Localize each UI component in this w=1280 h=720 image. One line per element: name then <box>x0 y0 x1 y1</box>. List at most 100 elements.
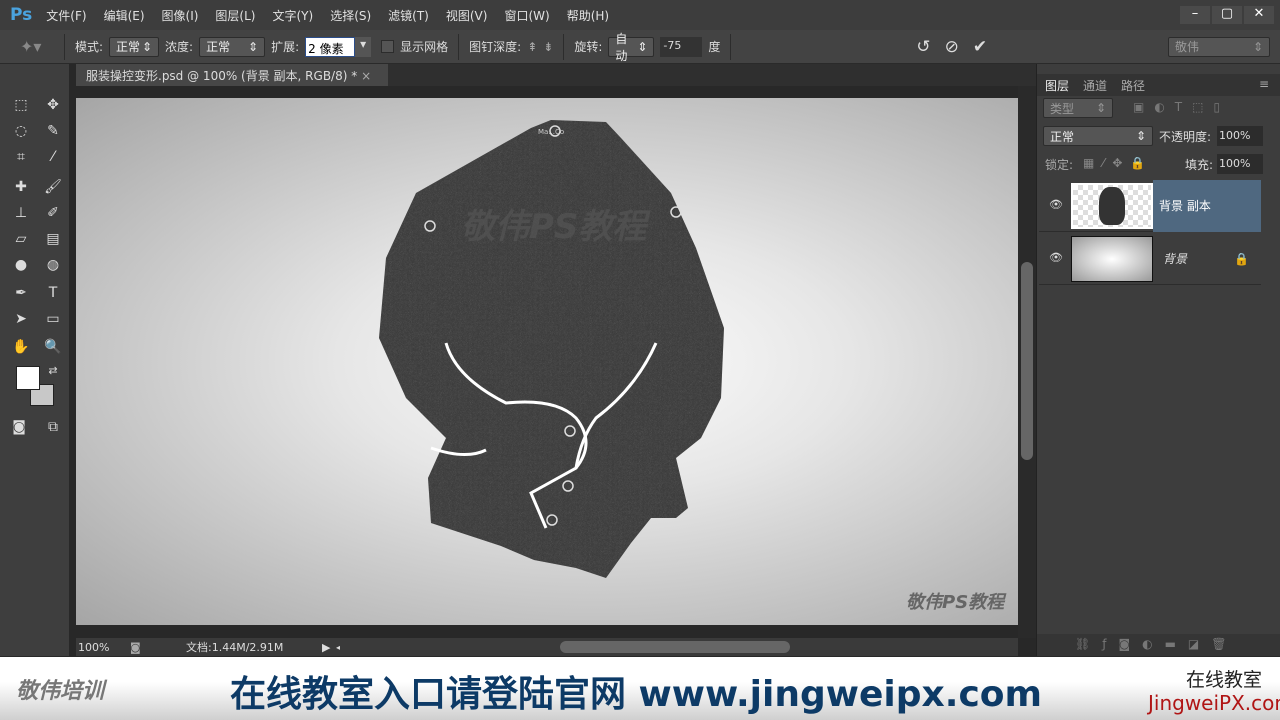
minimize-button[interactable]: – <box>1180 6 1210 24</box>
pin-depth-label: 图钉深度: <box>469 40 522 54</box>
zoom-level[interactable]: 100% <box>76 641 130 654</box>
type-tool-icon[interactable]: T <box>42 282 64 304</box>
workspace-select[interactable]: 敬伟 ⇕ <box>1168 36 1271 57</box>
density-label: 浓度: <box>165 40 194 54</box>
jacket-label: Ma...Co <box>538 128 564 136</box>
zoom-tool-icon[interactable]: 🔍 <box>42 336 64 358</box>
vertical-scroll-thumb[interactable] <box>1021 262 1033 460</box>
status-bar: 100% ◙ 文档:1.44M/2.91M ▶ ◂ <box>76 638 1018 656</box>
density-select[interactable]: 正常 ⇕ <box>199 36 266 57</box>
status-icon[interactable]: ◙ <box>130 641 186 654</box>
pin-depth-down-icon[interactable]: ⇟ <box>543 40 553 54</box>
filter-icons[interactable]: ▣◐T⬚▯ <box>1133 100 1230 114</box>
brush-tool-icon[interactable]: 🖌 <box>42 176 64 198</box>
menu-bar: Ps 文件(F) 编辑(E) 图像(I) 图层(L) 文字(Y) 选择(S) 滤… <box>0 0 1280 30</box>
menu-file[interactable]: 文件(F) <box>46 7 86 24</box>
dodge-tool-icon[interactable]: ◍ <box>42 254 64 276</box>
lock-icons[interactable]: ▦⁄✥🔒 <box>1083 156 1153 170</box>
menu-window[interactable]: 窗口(W) <box>504 7 549 24</box>
rectangle-tool-icon[interactable]: ▭ <box>42 308 64 330</box>
brand-logo: 敬伟培训 <box>16 679 105 704</box>
blend-mode-select[interactable]: 正常 ⇕ <box>1043 126 1153 146</box>
eyedropper-tool-icon[interactable]: ⁄ <box>42 146 64 168</box>
filter-type-select[interactable]: 类型 ⇕ <box>1043 98 1113 118</box>
visibility-eye-icon[interactable]: 👁 <box>1049 251 1063 264</box>
horizontal-scroll-thumb[interactable] <box>560 641 790 653</box>
marquee-tool-icon[interactable]: ⬚ <box>10 94 32 116</box>
foreground-color-swatch[interactable] <box>16 366 40 390</box>
gradient-tool-icon[interactable]: ▤ <box>42 228 64 250</box>
visibility-eye-icon[interactable]: 👁 <box>1049 198 1063 211</box>
status-menu-arrow[interactable]: ▶ <box>322 641 336 654</box>
menu-select[interactable]: 选择(S) <box>330 7 371 24</box>
photoshop-logo: Ps <box>10 5 33 25</box>
layer-name: 背景 <box>1163 252 1188 266</box>
menu-view[interactable]: 视图(V) <box>446 7 488 24</box>
opacity-label: 不透明度: <box>1159 130 1212 144</box>
blur-tool-icon[interactable]: ● <box>10 254 32 276</box>
cancel-icon[interactable]: ⊘ <box>945 37 959 57</box>
document-canvas[interactable]: 敬伟PS教程 Ma...Co 敬伟PS教程 <box>76 98 1018 625</box>
watermark-corner: 敬伟PS教程 <box>906 592 1007 613</box>
close-tab-icon[interactable]: × <box>361 69 371 83</box>
rotate-input[interactable]: -75 <box>660 36 703 57</box>
reset-icon[interactable]: ↺ <box>916 37 930 57</box>
expand-input[interactable]: 2 像素 <box>305 36 356 57</box>
tab-channels[interactable]: 通道 <box>1083 77 1107 94</box>
close-button[interactable]: ✕ <box>1244 6 1274 24</box>
hand-tool-icon[interactable]: ✋ <box>10 336 32 358</box>
doc-info: 文档:1.44M/2.91M <box>186 641 284 654</box>
move-tool-icon[interactable]: ✥ <box>42 94 64 116</box>
layer-row-background[interactable]: 👁 背景 🔒 <box>1039 233 1261 285</box>
tab-layers[interactable]: 图层 <box>1045 77 1069 94</box>
menu-edit[interactable]: 编辑(E) <box>104 7 145 24</box>
pin-depth-up-icon[interactable]: ⇞ <box>527 40 537 54</box>
quick-select-tool-icon[interactable]: ✎ <box>42 120 64 142</box>
expand-dropdown[interactable]: ▾ <box>355 36 372 57</box>
swap-colors-icon[interactable]: ⇄ <box>42 360 64 382</box>
lock-icon: 🔒 <box>1234 251 1249 266</box>
mode-label: 模式: <box>75 40 104 54</box>
eraser-tool-icon[interactable]: ▱ <box>10 228 32 250</box>
tab-paths[interactable]: 路径 <box>1121 77 1145 94</box>
show-mesh-label: 显示网格 <box>400 40 449 54</box>
layer-name: 背景 副本 <box>1153 179 1261 232</box>
layer-thumbnail <box>1071 182 1153 229</box>
scroll-left-arrow[interactable]: ◂ <box>336 643 340 652</box>
show-mesh-checkbox[interactable] <box>381 40 395 53</box>
degree-label: 度 <box>708 40 721 54</box>
document-tab[interactable]: 服装操控变形.psd @ 100% (背景 副本, RGB/8) * × <box>76 64 388 86</box>
maximize-button[interactable]: ▢ <box>1212 6 1242 24</box>
history-brush-icon[interactable]: ✐ <box>42 202 64 224</box>
pen-tool-icon[interactable]: ✒ <box>10 282 32 304</box>
screen-mode-icon[interactable]: ⧉ <box>42 416 64 438</box>
stamp-tool-icon[interactable]: ⊥ <box>10 202 32 224</box>
banner-right-top: 在线教室 <box>1186 669 1263 691</box>
menu-help[interactable]: 帮助(H) <box>567 7 609 24</box>
jacket-image: 敬伟PS教程 Ma...Co 敬伟PS教程 <box>379 120 1007 613</box>
lock-label: 锁定: <box>1045 158 1074 172</box>
commit-icon[interactable]: ✔ <box>973 37 987 57</box>
opacity-input[interactable]: 100% <box>1217 126 1263 146</box>
mode-select[interactable]: 正常 ⇕ <box>109 36 160 57</box>
crop-tool-icon[interactable]: ⌗ <box>10 146 32 168</box>
quick-mask-icon[interactable]: ◙ <box>8 416 30 438</box>
healing-brush-icon[interactable]: ✚ <box>10 176 32 198</box>
menu-image[interactable]: 图像(I) <box>162 7 199 24</box>
lasso-tool-icon[interactable]: ◌ <box>10 120 32 142</box>
rotate-mode-select[interactable]: 自动 ⇕ <box>608 32 655 63</box>
layers-footer-icons[interactable]: ⛓ƒ◙◐▬◪🗑 <box>1037 634 1280 656</box>
menu-filter[interactable]: 滤镜(T) <box>388 7 429 24</box>
puppet-pin-icon[interactable]: ✦▾ <box>20 37 54 56</box>
fill-input[interactable]: 100% <box>1217 154 1263 174</box>
menu-type[interactable]: 文字(Y) <box>272 7 313 24</box>
layer-row-background-copy[interactable]: 👁 背景 副本 <box>1039 179 1261 232</box>
panel-menu-icon[interactable]: ≡ <box>1259 77 1269 91</box>
layers-panel: 图层 通道 路径 ≡ 类型 ⇕ ▣◐T⬚▯ 正常 ⇕ 不透明度: 100% 锁定: … <box>1036 64 1280 656</box>
menu-layer[interactable]: 图层(L) <box>215 7 255 24</box>
options-bar: ✦▾ 模式: 正常 ⇕ 浓度: 正常 ⇕ 扩展: 2 像素 ▾ 显示网格 图钉深度: … <box>0 30 1280 64</box>
watermark-center: 敬伟PS教程 <box>461 207 651 247</box>
toolbox: ⬚ ✥ ◌ ✎ ⌗ ⁄ ✚ 🖌 ⊥ ✐ ▱ ▤ ● ◍ ✒ T ➤ ▭ ✋ 🔍 … <box>0 64 70 656</box>
expand-label: 扩展: <box>271 40 300 54</box>
path-select-tool-icon[interactable]: ➤ <box>10 308 32 330</box>
